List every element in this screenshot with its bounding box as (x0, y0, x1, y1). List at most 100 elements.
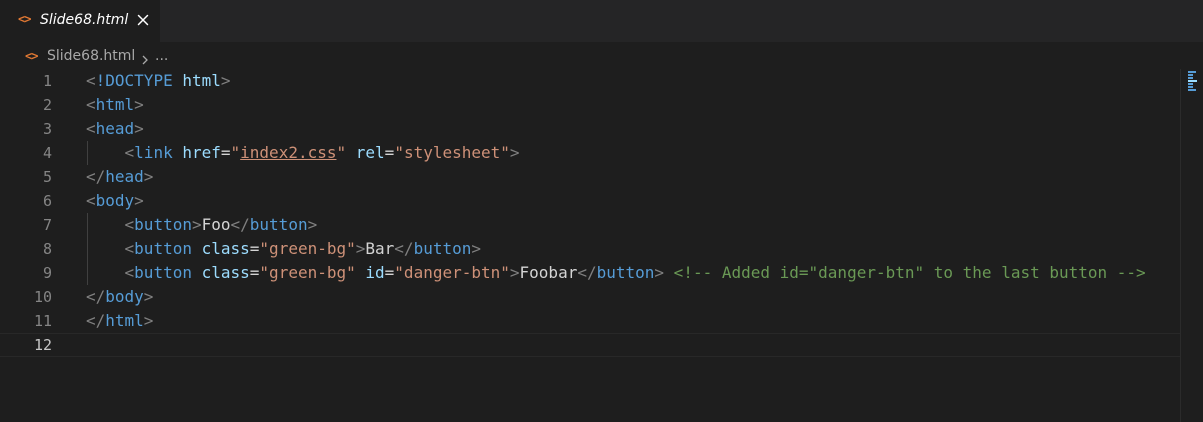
code-line[interactable]: 11 </html> (0, 309, 1180, 333)
code-line[interactable]: 1 <!DOCTYPE html> (0, 69, 1180, 93)
minimap-line (1188, 89, 1196, 91)
code-token-punct: > (143, 167, 154, 186)
code-token-punct: > (509, 143, 520, 162)
line-number: 12 (33, 336, 52, 354)
line-number: 9 (42, 264, 52, 282)
code-token-punct: > (134, 191, 144, 210)
code-token-punct: </ (86, 167, 106, 186)
breadcrumb: <> Slide68.html ... (0, 44, 1203, 70)
code-token-tag: link (134, 143, 173, 162)
tab-label: Slide68.html (40, 12, 129, 28)
code-token-punct: > (220, 71, 231, 90)
code-line[interactable]: 2 <html> (0, 93, 1180, 117)
minimap-line (1188, 77, 1193, 79)
code-token-tag: button (249, 215, 308, 234)
code-token-text: = (384, 263, 395, 282)
code-token-str: " (336, 143, 347, 162)
line-number: 11 (33, 312, 52, 330)
code-line[interactable]: 10 </body> (0, 285, 1180, 309)
minimap-line (1188, 86, 1193, 88)
code-token-tag: head (95, 119, 135, 138)
line-number: 8 (42, 240, 52, 258)
code-token-punct: </ (86, 311, 106, 330)
code-token-link[interactable]: index2.css (240, 143, 336, 162)
code-token-text: Foo (201, 215, 231, 234)
code-line[interactable]: 5 </head> (0, 165, 1180, 189)
html-file-icon: <> (25, 49, 38, 63)
code-token-attr: class (201, 239, 250, 258)
close-icon[interactable] (135, 12, 151, 28)
code-token-text: = (384, 143, 395, 162)
code-text: <head> (86, 117, 144, 141)
minimap-line (1188, 71, 1196, 73)
code-token-attr: rel (355, 143, 385, 162)
code-token-punct: > (471, 239, 481, 258)
editor-tab-slide68[interactable]: <> Slide68.html (0, 0, 160, 42)
code-token-text: = (249, 263, 260, 282)
code-token-punct: > (509, 263, 520, 282)
code-token-text: Foobar (519, 263, 578, 282)
line-number: 5 (42, 168, 52, 186)
code-line[interactable]: 8 <button class="green-bg">Bar</button> (0, 237, 1180, 261)
code-token-punct: </ (394, 239, 414, 258)
code-token-str: "green-bg" (259, 263, 356, 282)
code-line[interactable]: 4 <link href="index2.css" rel="styleshee… (0, 141, 1180, 165)
code-token-str: " (230, 143, 241, 162)
code-token-tag: button (134, 239, 192, 258)
code-editor[interactable]: 1 <!DOCTYPE html> 2 <html> 3 <head> 4 <link hr… (0, 69, 1180, 422)
code-text: <!DOCTYPE html> (86, 69, 231, 93)
code-token-tag: button (413, 239, 472, 258)
code-token-attr: href (182, 143, 221, 162)
code-token-tag: body (95, 191, 135, 210)
code-line[interactable]: 3 <head> (0, 117, 1180, 141)
code-token-punct: > (143, 311, 154, 330)
minimap-line (1188, 74, 1193, 76)
code-token-punct: < (124, 143, 135, 162)
line-number: 2 (42, 96, 52, 114)
minimap-line (1188, 80, 1197, 82)
code-token-tag: button (134, 263, 192, 282)
code-token-str: "stylesheet" (394, 143, 510, 162)
code-line[interactable]: 6 <body> (0, 189, 1180, 213)
minimap[interactable] (1180, 69, 1203, 422)
code-token-text: = (249, 239, 260, 258)
code-token-tag: head (105, 167, 144, 186)
code-text: <button class="green-bg" id="danger-btn"… (86, 261, 1146, 285)
breadcrumb-symbols[interactable]: ... (155, 48, 168, 64)
code-token-punct: < (124, 263, 135, 282)
code-token-tag: html (105, 311, 144, 330)
code-text: </html> (86, 309, 153, 333)
code-text: <button class="green-bg">Bar</button> (86, 237, 481, 261)
code-token-punct: </ (577, 263, 597, 282)
code-token-tag: button (596, 263, 655, 282)
code-token-punct: </ (86, 287, 106, 306)
code-line[interactable]: 12 (0, 333, 1180, 357)
code-token-tag: button (134, 215, 192, 234)
code-token-punct: > (191, 215, 202, 234)
code-token-attr: id (365, 263, 385, 282)
code-token-punct: < (124, 239, 135, 258)
code-line[interactable]: 9 <button class="green-bg" id="danger-bt… (0, 261, 1180, 285)
code-token-tag: html (95, 95, 135, 114)
code-token-punct: < (86, 95, 96, 114)
code-text: <button>Foo</button> (86, 213, 318, 237)
code-line[interactable]: 7 <button>Foo</button> (0, 213, 1180, 237)
code-token-punct: > (134, 119, 144, 138)
line-number: 3 (42, 120, 52, 138)
code-token-doctype: !DOCTYPE (95, 71, 173, 90)
line-number: 6 (42, 192, 52, 210)
line-number: 10 (33, 288, 52, 306)
code-token-punct: </ (230, 215, 250, 234)
code-token-attr: class (201, 263, 250, 282)
code-text: <html> (86, 93, 144, 117)
breadcrumb-file[interactable]: Slide68.html (47, 48, 135, 64)
code-text: </head> (86, 165, 153, 189)
html-file-icon: <> (18, 12, 31, 26)
